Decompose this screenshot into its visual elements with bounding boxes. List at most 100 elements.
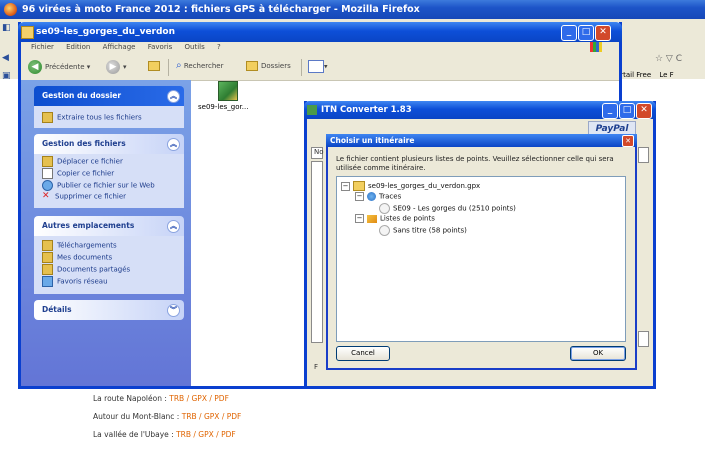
menu-affichage[interactable]: Affichage (103, 43, 136, 51)
trace-item-icon (379, 203, 390, 214)
zip-folder-icon (21, 26, 34, 39)
tree-points[interactable]: − Listes de points (355, 214, 435, 223)
itn-app-icon (307, 105, 317, 115)
search-label: Rechercher (183, 62, 224, 70)
collapse-toggle-icon[interactable]: − (341, 181, 350, 191)
folders-button[interactable]: Dossiers (246, 60, 291, 72)
itn-list[interactable] (311, 161, 323, 343)
views-button[interactable]: ▾ (308, 60, 328, 73)
explorer-title-bar[interactable]: se09-les_gorges_du_verdon _ □ ✕ (18, 22, 622, 42)
task-copier[interactable]: Copier ce fichier (42, 168, 114, 179)
panel-gestion-fichiers-header[interactable]: Gestion des fichiers ︽ (34, 134, 184, 154)
minimize-button[interactable]: _ (561, 25, 577, 41)
collapse-chevron-icon[interactable]: ︽ (167, 138, 180, 151)
forward-arrow-icon: ▶ (106, 60, 120, 74)
ok-button[interactable]: OK (570, 346, 626, 361)
expand-chevron-icon[interactable]: ︾ (167, 304, 180, 317)
collapse-toggle-icon[interactable]: − (355, 192, 364, 201)
place-mes-documents[interactable]: Mes documents (42, 252, 112, 263)
place-documents-partages[interactable]: Documents partagés (42, 264, 130, 275)
task-supprimer[interactable]: ✕ Supprimer ce fichier (42, 192, 126, 201)
itn-close-button[interactable]: ✕ (636, 103, 652, 119)
route-tree[interactable]: − se09-les_gorges_du_verdon.gpx − Traces S… (336, 176, 626, 342)
link-label: Autour du Mont-Blanc : (93, 412, 180, 421)
tree-trace-item[interactable]: SE09 - Les gorges du (2510 points) (379, 203, 516, 214)
firefox-logo-icon (4, 3, 17, 16)
menu-edition[interactable]: Edition (66, 43, 90, 51)
itn-side-button[interactable] (638, 331, 649, 347)
panel-title: Gestion des fichiers (42, 139, 126, 148)
cancel-button[interactable]: Cancel (336, 346, 390, 361)
collapse-toggle-icon[interactable]: − (355, 214, 364, 223)
link-label: La route Napoléon : (93, 394, 167, 403)
task-deplacer[interactable]: Déplacer ce fichier (42, 156, 123, 167)
search-icon: ⌕ (176, 60, 182, 71)
close-button[interactable]: ✕ (595, 25, 611, 41)
file-name[interactable]: se09-les_gor... (198, 103, 248, 111)
itn-side-button[interactable] (638, 147, 649, 163)
panel-gestion-dossier-header[interactable]: Gestion du dossier ︽ (34, 86, 184, 106)
explorer-title: se09-les_gorges_du_verdon (36, 27, 176, 37)
page-link-route-napoleon: La route Napoléon : TRB / GPX / PDF (93, 394, 229, 403)
shared-folder-icon (42, 264, 53, 275)
menu-fichier[interactable]: Fichier (31, 43, 54, 51)
place-favoris-reseau[interactable]: Favoris réseau (42, 276, 108, 287)
collapse-chevron-icon[interactable]: ︽ (167, 220, 180, 233)
menu-favoris[interactable]: Favoris (148, 43, 173, 51)
task-label: Copier ce fichier (57, 169, 115, 178)
maximize-button[interactable]: □ (578, 25, 594, 41)
tree-traces[interactable]: − Traces (355, 192, 401, 201)
menu-outils[interactable]: Outils (185, 43, 205, 51)
link-formats[interactable]: TRB / GPX / PDF (176, 430, 236, 439)
task-label: Favoris réseau (57, 277, 108, 286)
dialog-title: Choisir un itinéraire (330, 136, 415, 145)
bookmark-le[interactable]: Le F (659, 71, 673, 79)
itn-label-f: F (314, 363, 319, 371)
back-button[interactable]: ◀ Précédente ▾ (28, 60, 90, 74)
trace-item-label: SE09 - Les gorges du (2510 points) (393, 204, 516, 213)
task-label: Publier ce fichier sur le Web (57, 181, 155, 190)
folders-label: Dossiers (261, 62, 291, 70)
up-folder-icon (148, 61, 160, 71)
dialog-close-button[interactable]: ✕ (622, 135, 634, 147)
folders-icon (246, 61, 258, 71)
itn-minimize-button[interactable]: _ (602, 103, 618, 119)
tree-points-item[interactable]: Sans titre (58 points) (379, 225, 467, 236)
task-extraire[interactable]: Extraire tous les fichiers (42, 112, 142, 123)
browser-title: 96 virées à moto France 2012 : fichiers … (22, 4, 420, 15)
dialog-title-bar[interactable]: Choisir un itinéraire ✕ (326, 134, 637, 147)
network-icon (42, 276, 53, 287)
link-formats[interactable]: TRB / GPX / PDF (182, 412, 242, 421)
folder-icon (353, 181, 365, 191)
task-pane: Gestion du dossier ︽ Extraire tous les f… (21, 80, 191, 386)
itn-title-bar[interactable]: ITN Converter 1.83 _ □ ✕ (304, 101, 656, 119)
extract-icon (42, 112, 53, 123)
task-publier[interactable]: Publier ce fichier sur le Web (42, 180, 155, 191)
publish-web-icon (42, 180, 53, 191)
up-folder-button[interactable] (148, 60, 163, 72)
back-arrow-icon: ◀ (28, 60, 42, 74)
tree-root[interactable]: − se09-les_gorges_du_verdon.gpx (341, 181, 480, 191)
gpx-file-icon[interactable] (218, 81, 238, 101)
menu-help[interactable]: ? (217, 43, 221, 51)
panel-details-header[interactable]: Détails ︾ (34, 300, 184, 320)
explorer-menu-bar: Fichier Edition Affichage Favoris Outils… (21, 42, 619, 53)
task-label: Documents partagés (57, 265, 131, 274)
forward-button[interactable]: ▶ ▾ (106, 60, 127, 74)
views-icon (308, 60, 324, 73)
browser-tab-icon[interactable]: ◧ (2, 23, 12, 33)
collapse-chevron-icon[interactable]: ︽ (167, 90, 180, 103)
browser-back-icon[interactable]: ◀ (2, 53, 12, 63)
itn-maximize-button[interactable]: □ (619, 103, 635, 119)
link-formats[interactable]: TRB / GPX / PDF (169, 394, 229, 403)
place-telechargements[interactable]: Téléchargements (42, 240, 117, 251)
browser-page-icon: ▣ (2, 71, 11, 81)
points-list-icon (367, 214, 377, 223)
move-icon (42, 156, 53, 167)
back-label: Précédente (45, 63, 85, 71)
panel-autres-emplacements-header[interactable]: Autres emplacements ︽ (34, 216, 184, 236)
tree-traces-label: Traces (379, 192, 402, 201)
task-label: Supprimer ce fichier (55, 192, 127, 201)
browser-nav-tools[interactable]: ☆ ▽ C (655, 54, 682, 64)
search-button[interactable]: ⌕ Rechercher (176, 60, 224, 72)
